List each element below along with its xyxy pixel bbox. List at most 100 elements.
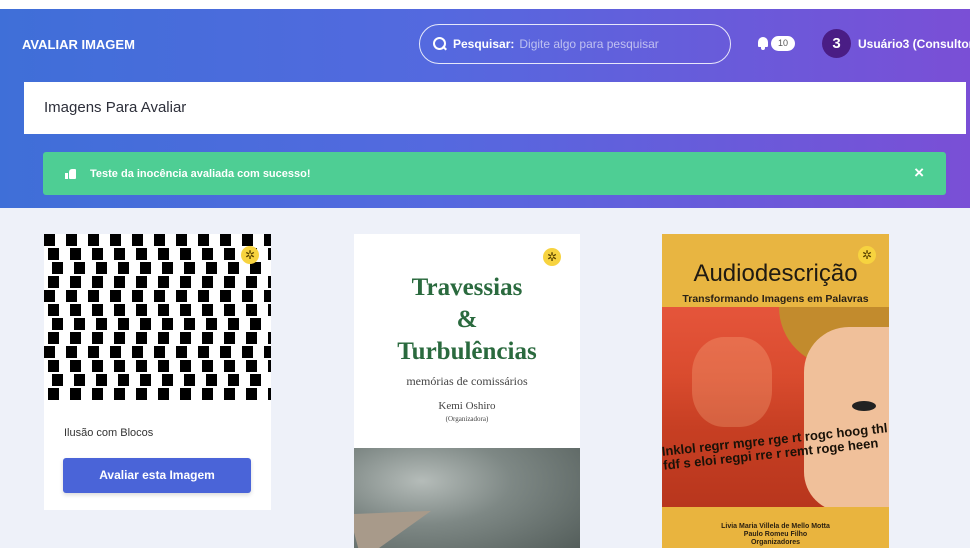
cover-illustration-face — [804, 327, 889, 512]
gear-icon[interactable]: ✲ — [241, 246, 259, 264]
illusion-tile — [136, 304, 147, 316]
illusion-tile — [268, 388, 271, 400]
illusion-tile — [246, 388, 257, 400]
illusion-tile — [162, 262, 173, 274]
illusion-tile — [158, 276, 169, 288]
illusion-tile — [176, 290, 187, 302]
illusion-tile — [246, 332, 257, 344]
illusion-tile — [44, 234, 55, 246]
page-title: Imagens Para Avaliar — [44, 99, 187, 116]
illusion-tile — [70, 304, 81, 316]
illusion-tile — [66, 290, 77, 302]
illusion-tile — [48, 304, 59, 316]
illusion-tile — [206, 262, 217, 274]
illusion-tile — [220, 290, 231, 302]
illusion-tile — [184, 374, 195, 386]
evaluate-image-button[interactable]: Avaliar esta Imagem — [63, 458, 251, 493]
cover-authors: Livia Maria Villela de Mello Motta Paulo… — [662, 523, 889, 547]
illusion-tile — [136, 276, 147, 288]
illusion-tile — [92, 304, 103, 316]
illusion-tile — [136, 248, 147, 260]
user-name[interactable]: Usuário3 (Consultor) — [858, 37, 970, 51]
cover-subtitle: Transformando Imagens em Palavras — [682, 293, 869, 305]
illusion-tile — [242, 234, 253, 246]
illusion-tile — [264, 346, 271, 358]
cover-author-role: (Organizadora) — [445, 415, 489, 423]
cover-author-line: Organizadores — [750, 539, 800, 546]
illusion-tile — [224, 360, 235, 372]
cover-illustration-figures — [692, 337, 772, 427]
illusion-tile — [246, 360, 257, 372]
illusion-tile — [66, 346, 77, 358]
image-caption: Ilusão com Blocos — [64, 427, 154, 439]
image-card[interactable]: ✲ Travessias & Turbulências memórias de … — [354, 234, 580, 548]
search-box[interactable]: Pesquisar: — [419, 24, 731, 64]
close-icon[interactable]: × — [914, 164, 924, 181]
illusion-tile — [202, 276, 213, 288]
illusion-tile — [114, 248, 125, 260]
illusion-tile — [70, 332, 81, 344]
illusion-tile — [246, 304, 257, 316]
illusion-tile — [228, 318, 239, 330]
avatar[interactable]: 3 — [822, 29, 851, 58]
illusion-tile — [228, 262, 239, 274]
illusion-tile — [202, 304, 213, 316]
illusion-tile — [180, 388, 191, 400]
illusion-tile — [268, 360, 271, 372]
illusion-tile — [110, 234, 121, 246]
illusion-tile — [268, 332, 271, 344]
illusion-tile — [70, 276, 81, 288]
illusion-tile — [176, 346, 187, 358]
illusion-tile — [154, 346, 165, 358]
window-top-edge — [0, 0, 970, 9]
illusion-tile — [154, 290, 165, 302]
illusion-tile — [74, 262, 85, 274]
cover-title-line: & — [456, 306, 478, 333]
illusion-tile — [220, 234, 231, 246]
illusion-tile — [158, 248, 169, 260]
search-input[interactable] — [519, 37, 700, 51]
illusion-tile — [52, 318, 63, 330]
illusion-tile — [74, 318, 85, 330]
image-thumbnail-illusion[interactable] — [44, 234, 271, 404]
cover-title-line: Travessias — [411, 274, 523, 301]
illusion-tile — [224, 332, 235, 344]
illusion-tile — [250, 318, 261, 330]
gear-icon[interactable]: ✲ — [858, 246, 876, 264]
bell-icon[interactable] — [757, 37, 769, 50]
illusion-tile — [44, 346, 55, 358]
illusion-tile — [44, 290, 55, 302]
cover-title-line: Turbulências — [397, 338, 537, 365]
illusion-tile — [88, 346, 99, 358]
illusion-tile — [154, 234, 165, 246]
illusion-tile — [92, 332, 103, 344]
illusion-tile — [206, 318, 217, 330]
illusion-tile — [48, 248, 59, 260]
illusion-tile — [70, 360, 81, 372]
illusion-tile — [158, 304, 169, 316]
illusion-tile — [202, 388, 213, 400]
search-label: Pesquisar: — [453, 37, 515, 51]
cover-author-line: Livia Maria Villela de Mello Motta — [721, 523, 830, 530]
illusion-tile — [140, 318, 151, 330]
illusion-tile — [264, 290, 271, 302]
illusion-tile — [118, 262, 129, 274]
illusion-tile — [202, 360, 213, 372]
illusion-tile — [114, 332, 125, 344]
gear-icon[interactable]: ✲ — [543, 248, 561, 266]
illusion-tile — [176, 234, 187, 246]
illusion-tile — [118, 374, 129, 386]
illusion-tile — [242, 290, 253, 302]
image-card[interactable]: Audiodescrição Transformando Imagens em … — [662, 234, 889, 548]
illusion-tile — [132, 234, 143, 246]
illusion-tile — [92, 360, 103, 372]
illusion-tile — [224, 248, 235, 260]
illusion-tile — [228, 374, 239, 386]
alert-message: Teste da inocência avaliada com sucesso! — [90, 167, 311, 180]
app-title[interactable]: AVALIAR IMAGEM — [22, 37, 135, 52]
illusion-tile — [110, 346, 121, 358]
illusion-tile — [162, 318, 173, 330]
illusion-tile — [88, 234, 99, 246]
illusion-tile — [180, 276, 191, 288]
notification-count-badge[interactable]: 10 — [771, 36, 795, 51]
